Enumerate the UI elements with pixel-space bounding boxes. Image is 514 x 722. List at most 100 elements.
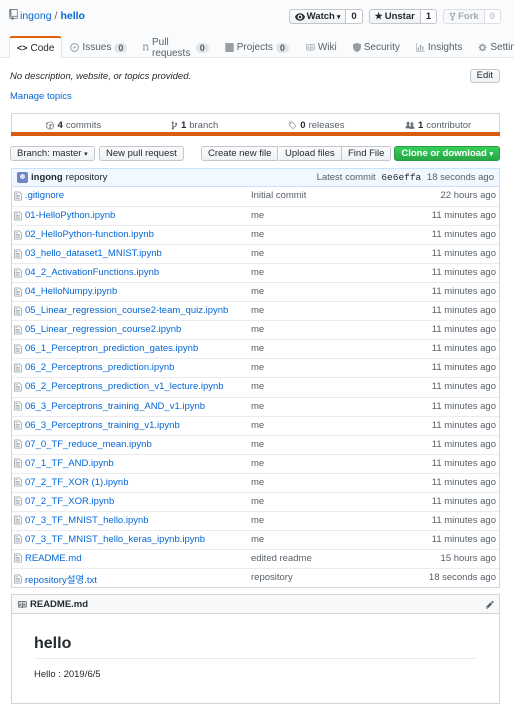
- tab-pull-requests[interactable]: Pull requests 0: [135, 36, 216, 59]
- tab-settings[interactable]: Settings: [470, 36, 514, 58]
- file-name-link[interactable]: .gitignore: [25, 190, 64, 201]
- tab-issues[interactable]: Issues 0: [62, 36, 135, 58]
- file-name-link[interactable]: 06_3_Perceptrons_training_v1.ipynb: [25, 420, 180, 431]
- file-icon: [14, 344, 22, 354]
- language-bar[interactable]: [11, 132, 500, 136]
- file-age: 11 minutes ago: [431, 324, 496, 336]
- file-row: 07_2_TF_XOR (1).ipynb me 11 minutes ago: [12, 472, 499, 492]
- edit-button[interactable]: Edit: [469, 69, 500, 83]
- file-commit-message[interactable]: me: [251, 362, 264, 373]
- repo-owner-link[interactable]: ingong: [20, 10, 52, 22]
- upload-files-button[interactable]: Upload files: [279, 146, 342, 161]
- file-commit-message[interactable]: me: [251, 210, 264, 221]
- repo-name-link[interactable]: hello: [60, 10, 85, 22]
- file-commit-message[interactable]: me: [251, 324, 264, 335]
- create-new-file-button[interactable]: Create new file: [201, 146, 279, 161]
- caret-down-icon: ▾: [489, 151, 493, 158]
- pencil-icon[interactable]: [486, 600, 494, 609]
- file-commit-message[interactable]: me: [251, 496, 264, 507]
- file-name-link[interactable]: 07_1_TF_AND.ipynb: [25, 458, 114, 469]
- file-commit-message[interactable]: me: [251, 286, 264, 297]
- clone-download-button[interactable]: Clone or download ▾: [394, 146, 500, 161]
- find-file-button[interactable]: Find File: [342, 146, 392, 161]
- file-row: 07_3_TF_MNIST_hello.ipynb me 11 minutes …: [12, 510, 499, 530]
- file-name-link[interactable]: 04_2_ActivationFunctions.ipynb: [25, 267, 159, 278]
- issue-icon: [70, 43, 80, 52]
- tab-insights[interactable]: Insights: [408, 36, 470, 58]
- file-commit-message[interactable]: me: [251, 458, 264, 469]
- new-pull-request-button[interactable]: New pull request: [99, 146, 184, 161]
- file-commit-message[interactable]: me: [251, 515, 264, 526]
- commit-message[interactable]: repository: [66, 172, 108, 183]
- file-row: 05_Linear_regression_course2.ipynb me 11…: [12, 320, 499, 339]
- file-commit-message[interactable]: me: [251, 401, 264, 412]
- file-commit-message[interactable]: me: [251, 305, 264, 316]
- file-name-link[interactable]: 06_2_Perceptrons_prediction.ipynb: [25, 362, 174, 373]
- file-name-link[interactable]: 07_0_TF_reduce_mean.ipynb: [25, 439, 152, 450]
- fork-button[interactable]: Fork: [443, 9, 485, 24]
- fork-label: Fork: [458, 11, 479, 22]
- star-count[interactable]: 1: [420, 9, 438, 24]
- file-commit-message[interactable]: me: [251, 420, 264, 431]
- tab-code[interactable]: <> Code: [9, 36, 63, 58]
- file-icon: [14, 249, 22, 259]
- file-commit-message[interactable]: me: [251, 381, 264, 392]
- file-name-link[interactable]: 04_HelloNumpy.ipynb: [25, 286, 117, 297]
- tab-wiki[interactable]: Wiki: [297, 36, 345, 58]
- file-name-link[interactable]: 07_3_TF_MNIST_hello_keras_ipynb.ipynb: [25, 534, 205, 545]
- file-name-link[interactable]: 06_3_Perceptrons_training_AND_v1.ipynb: [25, 401, 205, 412]
- file-name-link[interactable]: 01-HelloPython.ipynb: [25, 210, 115, 221]
- contributor-count: 1: [418, 120, 424, 131]
- file-commit-message[interactable]: me: [251, 343, 264, 354]
- file-commit-message[interactable]: me: [251, 477, 264, 488]
- file-name-link[interactable]: 06_1_Perceptron_prediction_gates.ipynb: [25, 343, 198, 354]
- file-commit-message[interactable]: repository: [251, 572, 293, 583]
- file-name-link[interactable]: 03_hello_dataset1_MNIST.ipynb: [25, 248, 162, 259]
- releases-label: releases: [308, 120, 345, 131]
- fork-count[interactable]: 0: [484, 9, 501, 24]
- commit-author[interactable]: ingong: [31, 172, 63, 183]
- branch-select-label: Branch: master: [17, 148, 82, 159]
- file-commit-message[interactable]: Initial commit: [251, 190, 306, 201]
- commit-age: 18 seconds ago: [426, 172, 494, 183]
- file-commit-message[interactable]: me: [251, 534, 264, 545]
- tab-security[interactable]: Security: [345, 36, 408, 58]
- file-commit-message[interactable]: me: [251, 229, 264, 240]
- latest-commit-prefix: Latest commit: [316, 172, 376, 183]
- file-name-link[interactable]: 07_3_TF_MNIST_hello.ipynb: [25, 515, 149, 526]
- shield-icon: [352, 43, 361, 52]
- file-commit-message[interactable]: me: [251, 439, 264, 450]
- file-name-link[interactable]: 07_2_TF_XOR.ipynb: [25, 496, 114, 507]
- manage-topics-link[interactable]: Manage topics: [10, 91, 72, 102]
- file-icon: [14, 554, 22, 563]
- file-commit-message[interactable]: me: [251, 248, 264, 259]
- branch-select-button[interactable]: Branch: master ▾: [10, 146, 95, 161]
- tab-projects[interactable]: Projects 0: [217, 36, 297, 58]
- file-name-link[interactable]: 05_Linear_regression_course2-team_quiz.i…: [25, 305, 228, 316]
- file-commit-message[interactable]: edited readme: [251, 553, 312, 564]
- fork-icon: [449, 12, 456, 21]
- file-age: 11 minutes ago: [431, 476, 496, 488]
- watch-count[interactable]: 0: [346, 9, 363, 24]
- file-age: 11 minutes ago: [431, 362, 496, 374]
- file-age: 11 minutes ago: [431, 210, 496, 222]
- commit-sha-link[interactable]: 6e6effa: [381, 172, 421, 183]
- file-icon: [14, 534, 22, 544]
- file-name-link[interactable]: 07_2_TF_XOR (1).ipynb: [25, 477, 129, 488]
- code-icon: <>: [17, 43, 28, 53]
- file-name-link[interactable]: 06_2_Perceptrons_prediction_v1_lecture.i…: [25, 381, 224, 392]
- file-commit-message[interactable]: me: [251, 267, 264, 278]
- tab-label: Settings: [490, 42, 514, 53]
- commits-label: commits: [65, 120, 102, 131]
- file-row: 04_HelloNumpy.ipynb me 11 minutes ago: [12, 282, 499, 301]
- unstar-button[interactable]: ★ Unstar: [368, 9, 421, 24]
- avatar[interactable]: [17, 172, 28, 183]
- file-name-link[interactable]: 02_HelloPython-function.ipynb: [25, 229, 154, 240]
- watch-button[interactable]: Watch ▾: [288, 9, 347, 24]
- file-row: repository설명.txt repository 18 seconds a…: [12, 567, 499, 587]
- file-icon: [14, 191, 22, 200]
- file-name-link[interactable]: repository설명.txt: [25, 572, 97, 586]
- file-name-link[interactable]: README.md: [25, 553, 81, 564]
- history-icon: [45, 121, 54, 130]
- file-name-link[interactable]: 05_Linear_regression_course2.ipynb: [25, 324, 181, 335]
